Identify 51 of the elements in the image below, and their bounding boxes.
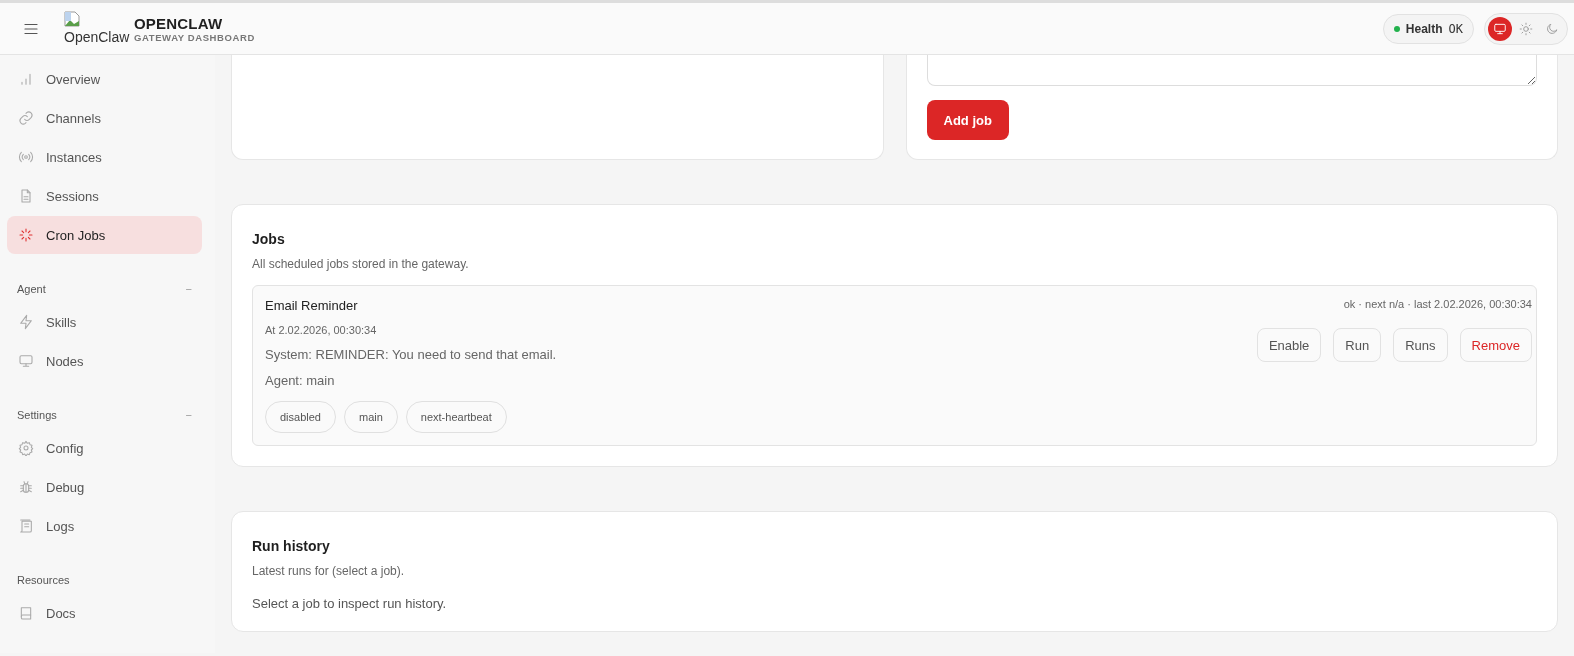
app-title: OPENCLAW bbox=[134, 14, 224, 32]
job-status: ok · next n/a · last 2.02.2026, 00:30:34 bbox=[1343, 298, 1532, 310]
nav-item[interactable]: Sessions bbox=[7, 177, 202, 215]
section-title: Jobs bbox=[252, 231, 286, 247]
broken-image-icon bbox=[64, 10, 80, 27]
nav-item[interactable]: Overview bbox=[7, 60, 202, 98]
monitor-icon bbox=[1493, 21, 1507, 36]
nav-item[interactable]: Logs bbox=[7, 507, 202, 545]
nav-item[interactable]: Config bbox=[7, 429, 202, 467]
document-icon bbox=[18, 188, 34, 204]
text-area[interactable] bbox=[926, 55, 1537, 86]
book-icon bbox=[18, 605, 34, 621]
nav-item[interactable]: Debug bbox=[7, 468, 202, 506]
action-button[interactable]: Remove bbox=[1459, 328, 1532, 362]
job-agent: Agent: main bbox=[265, 373, 336, 388]
bug-icon bbox=[18, 479, 34, 495]
add-job-button[interactable]: Add job bbox=[926, 100, 1009, 140]
link-icon bbox=[18, 110, 34, 126]
scroll-icon bbox=[18, 518, 34, 534]
action-button[interactable]: Run bbox=[1333, 328, 1382, 362]
broadcast-icon bbox=[18, 149, 34, 165]
nav-item[interactable]: Cron Jobs bbox=[7, 216, 202, 254]
health-label: Health bbox=[1405, 21, 1443, 36]
nav-item[interactable]: Instances bbox=[7, 138, 202, 176]
nav-item[interactable]: Skills bbox=[7, 303, 202, 341]
sun-icon bbox=[1519, 21, 1533, 36]
monitor-icon bbox=[18, 353, 34, 369]
empty-message: Select a job to inspect run history. bbox=[252, 596, 448, 611]
job-name: Email Reminder bbox=[265, 298, 359, 313]
section-subtitle: All scheduled jobs stored in the gateway. bbox=[252, 257, 470, 271]
health-value: OK bbox=[1448, 21, 1463, 36]
nav-item[interactable]: Nodes bbox=[7, 342, 202, 380]
job-schedule: At 2.02.2026, 00:30:34 bbox=[265, 324, 378, 336]
settings-icon bbox=[18, 440, 34, 456]
action-button[interactable]: Enable bbox=[1256, 328, 1322, 362]
app-subtitle: GATEWAY DASHBOARD bbox=[134, 31, 255, 43]
spark-icon bbox=[18, 227, 34, 243]
section-label: Agent bbox=[17, 283, 46, 295]
nav-item[interactable]: Channels bbox=[7, 99, 202, 137]
logo-alt-text: OpenClaw bbox=[64, 28, 130, 45]
nav-item[interactable]: Docs bbox=[7, 594, 202, 632]
theme-button[interactable] bbox=[1488, 16, 1512, 41]
bar-chart-icon bbox=[18, 71, 34, 87]
section-title: Run history bbox=[252, 538, 331, 554]
section-subtitle: Latest runs for (select a job). bbox=[252, 564, 406, 578]
section-label: Settings bbox=[17, 409, 57, 421]
job-prompt: System: REMINDER: You need to send that email. bbox=[265, 347, 557, 362]
section-label: Resources bbox=[17, 574, 70, 586]
lightning-icon bbox=[18, 314, 34, 330]
action-button[interactable]: Runs bbox=[1393, 328, 1448, 362]
moon-icon bbox=[1545, 21, 1559, 36]
